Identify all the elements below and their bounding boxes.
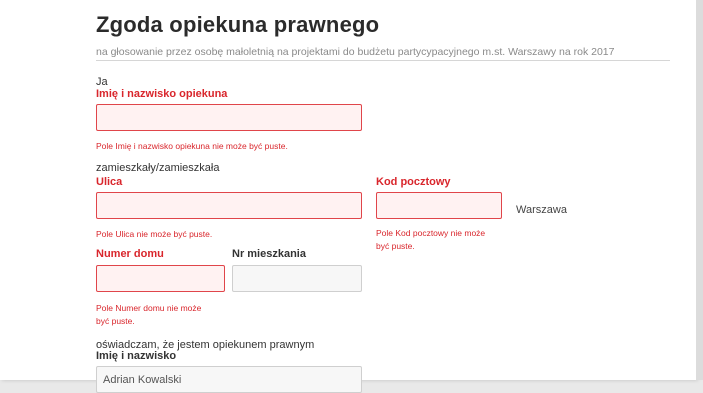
guardian-name-input[interactable] [96, 104, 362, 131]
minor-name-label: Imię i nazwisko [96, 350, 177, 362]
street-label: Ulica [96, 176, 123, 188]
page-title: Zgoda opiekuna prawnego [96, 12, 380, 37]
subtitle-divider [96, 60, 670, 61]
intro-ja-text: Ja [96, 76, 108, 88]
house-number-input[interactable] [96, 265, 225, 292]
page-edge-shadow [696, 0, 703, 380]
guardian-name-error: Pole Imię i nazwisko opiekuna nie może b… [96, 141, 288, 151]
house-number-label: Numer domu [96, 248, 164, 260]
house-number-error-line1: Pole Numer domu nie może [96, 303, 202, 313]
apartment-number-input[interactable] [232, 265, 362, 292]
street-error: Pole Ulica nie może być puste. [96, 229, 213, 239]
residence-text: zamieszkały/zamieszkała [96, 162, 220, 174]
postal-code-error-line2: być puste. [376, 241, 415, 251]
postal-code-error-line1: Pole Kod pocztowy nie może [376, 228, 486, 238]
guardian-name-label: Imię i nazwisko opiekuna [96, 88, 228, 100]
apartment-number-label: Nr mieszkania [232, 248, 306, 260]
city-text: Warszawa [516, 204, 567, 216]
postal-code-label: Kod pocztowy [376, 176, 451, 188]
street-input[interactable] [96, 192, 362, 219]
postal-code-input[interactable] [376, 192, 502, 219]
page-subtitle: na głosowanie przez osobę małoletnią na … [96, 46, 615, 58]
house-number-error-line2: być puste. [96, 316, 135, 326]
